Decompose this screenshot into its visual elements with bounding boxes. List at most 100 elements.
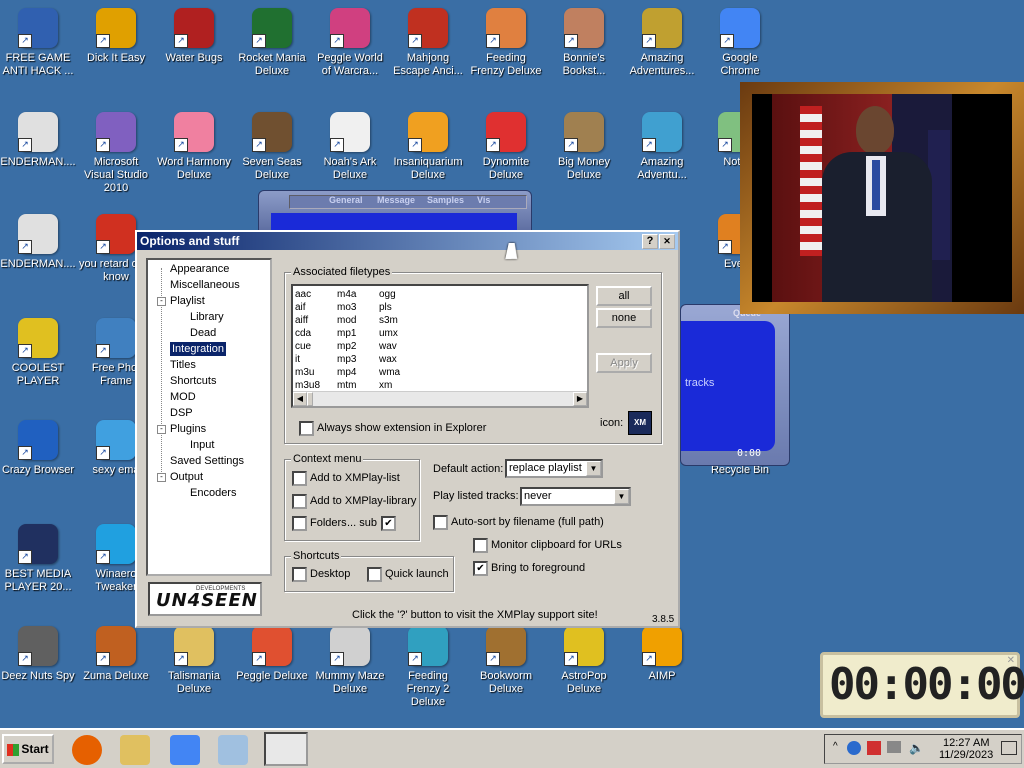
desktop-icon[interactable]: ↗ Insaniquarium Deluxe	[390, 112, 466, 182]
tree-item-encoders[interactable]: Encoders	[190, 486, 236, 500]
un4seen-logo[interactable]: UN4SEEN DEVELOPMENTS	[148, 582, 262, 616]
desktop-icon[interactable]: ↗ Feeding Frenzy Deluxe	[468, 8, 544, 78]
none-button[interactable]: none	[596, 308, 652, 328]
always-ext-checkbox[interactable]	[299, 421, 314, 436]
filetype-item[interactable]: m3u	[295, 366, 314, 379]
desktop-icon[interactable]: ↗ Crazy Browser	[0, 420, 76, 477]
footer-text[interactable]: Click the '?' button to visit the XMPlay…	[352, 609, 598, 622]
apply-button[interactable]: Apply	[596, 353, 652, 373]
filetype-item[interactable]: cue	[295, 340, 311, 353]
desktop-icon[interactable]: ↗ Water Bugs	[156, 8, 232, 65]
close-button[interactable]: ✕	[659, 234, 675, 249]
chevron-down-icon[interactable]: ▼	[614, 489, 629, 504]
filetype-item[interactable]: mp3	[337, 353, 356, 366]
filetype-item[interactable]: mp2	[337, 340, 356, 353]
filetype-item[interactable]: wav	[379, 340, 397, 353]
tree-item-mod[interactable]: MOD	[170, 390, 196, 404]
tree-item-integration[interactable]: Integration	[170, 342, 226, 356]
clock-widget[interactable]: 00:00:00 ✕	[820, 652, 1024, 718]
tree-item-titles[interactable]: Titles	[170, 358, 196, 372]
xmplay-tab-general[interactable]: General	[329, 195, 363, 205]
photo-frame-widget[interactable]	[740, 82, 1024, 314]
tree-item-dead[interactable]: Dead	[190, 326, 216, 340]
filetype-item[interactable]: m4a	[337, 288, 356, 301]
desktop-icon[interactable]: ↗ Mahjong Escape Anci...	[390, 8, 466, 78]
security-icon[interactable]	[867, 741, 881, 755]
autosort-checkbox[interactable]	[433, 515, 448, 530]
scroll-thumb[interactable]	[307, 392, 313, 406]
desktop-icon[interactable]: ↗ Mummy Maze Deluxe	[312, 626, 388, 696]
bring-checkbox[interactable]: ✔	[473, 561, 488, 576]
start-button[interactable]: Start	[2, 734, 54, 764]
monitor-checkbox[interactable]	[473, 538, 488, 553]
help-button[interactable]: ?	[642, 234, 658, 249]
tree-expander-icon[interactable]: -	[157, 425, 166, 434]
scroll-right-button[interactable]: ▶	[573, 392, 587, 406]
desktop-icon[interactable]: ↗ Seven Seas Deluxe	[234, 112, 310, 182]
desktop-icon[interactable]: ↗ Big Money Deluxe	[546, 112, 622, 182]
quick-checkbox[interactable]	[367, 567, 382, 582]
tree-expander-icon[interactable]: -	[157, 473, 166, 482]
filetype-item[interactable]: pls	[379, 301, 392, 314]
desktop-icon[interactable]: ↗ Talismania Deluxe	[156, 626, 232, 696]
tree-item-dsp[interactable]: DSP	[170, 406, 193, 420]
desktop-icon[interactable]: ↗ BEST MEDIA PLAYER 20...	[0, 524, 76, 594]
ctx-folders-checkbox[interactable]	[292, 516, 307, 531]
desktop-icon[interactable]: ↗ FREE GAME ANTI HACK ...	[0, 8, 76, 78]
desktop-icon[interactable]: ↗ Bonnie's Bookst...	[546, 8, 622, 78]
tray-expand-icon[interactable]: ^	[833, 741, 838, 752]
desktop-icon[interactable]: ↗ Noah's Ark Deluxe	[312, 112, 388, 182]
tree-item-saved-settings[interactable]: Saved Settings	[170, 454, 244, 468]
desktop-icon[interactable]: ↗ COOLEST PLAYER	[0, 318, 76, 388]
xmplay-tab-message[interactable]: Message	[377, 195, 415, 205]
all-button[interactable]: all	[596, 286, 652, 306]
scroll-left-button[interactable]: ◀	[293, 392, 307, 406]
filetype-item[interactable]: aiff	[295, 314, 308, 327]
desktop-icon[interactable]: ↗ ENDERMAN....	[0, 112, 76, 169]
tree-item-plugins[interactable]: Plugins	[170, 422, 206, 436]
desktop-icon[interactable]: ↗ Bookworm Deluxe	[468, 626, 544, 696]
clock-date[interactable]: 11/29/2023	[939, 749, 993, 761]
desktop-icon[interactable]: ↗ Deez Nuts Spy	[0, 626, 76, 683]
ctx-add-library-checkbox[interactable]	[292, 494, 307, 509]
ctx-sub-checkbox[interactable]: ✔	[381, 516, 396, 531]
ctx-add-list-checkbox[interactable]	[292, 471, 307, 486]
play-listed-select[interactable]: never ▼	[520, 487, 631, 506]
list-hscrollbar[interactable]: ◀ ▶	[293, 391, 587, 406]
xmplay-playlist-window[interactable]: Queue tracks 0:00	[680, 304, 790, 466]
filetype-item[interactable]: ogg	[379, 288, 396, 301]
default-action-select[interactable]: replace playlist ▼	[505, 459, 603, 478]
xmplay-tab-vis[interactable]: Vis	[477, 195, 490, 205]
desktop-icon[interactable]: ↗ ENDERMAN....	[0, 214, 76, 271]
filetype-item[interactable]: mo3	[337, 301, 356, 314]
desktop-icon[interactable]: ↗ Rocket Mania Deluxe	[234, 8, 310, 78]
desktop-icon[interactable]: ↗ Dick It Easy	[78, 8, 154, 65]
tree-item-library[interactable]: Library	[190, 310, 224, 324]
tree-item-input[interactable]: Input	[190, 438, 214, 452]
filetype-item[interactable]: wax	[379, 353, 397, 366]
desktop-icon[interactable]: ↗ Feeding Frenzy 2 Deluxe	[390, 626, 466, 709]
chrome-icon[interactable]	[170, 735, 200, 765]
desktop-checkbox[interactable]	[292, 567, 307, 582]
explorer-icon[interactable]	[120, 735, 150, 765]
tree-item-shortcuts[interactable]: Shortcuts	[170, 374, 216, 388]
firefox-icon[interactable]	[72, 735, 102, 765]
network-icon[interactable]	[847, 741, 861, 755]
dialog-titlebar[interactable]: Options and stuff ? ✕	[137, 232, 678, 250]
filetype-item[interactable]: it	[295, 353, 300, 366]
desktop-icon[interactable]: ↗ Zuma Deluxe	[78, 626, 154, 683]
tree-item-output[interactable]: Output	[170, 470, 203, 484]
tree-item-miscellaneous[interactable]: Miscellaneous	[170, 278, 240, 292]
filetype-item[interactable]: aif	[295, 301, 306, 314]
volume-icon[interactable]: 🔈	[909, 741, 924, 755]
display-icon[interactable]	[887, 741, 901, 753]
tree-expander-icon[interactable]: -	[157, 297, 166, 306]
desktop-icon[interactable]: ↗ Peggle Deluxe	[234, 626, 310, 683]
desktop-icon[interactable]: ↗ Dynomite Deluxe	[468, 112, 544, 182]
filetype-item[interactable]: s3m	[379, 314, 398, 327]
desktop-icon[interactable]: ↗ Word Harmony Deluxe	[156, 112, 232, 182]
chevron-down-icon[interactable]: ▼	[586, 461, 601, 476]
filetype-list[interactable]: aac aif aiff cda cue it m3u m3u8 m4a mo3 mod mp1 mp2…	[291, 284, 589, 408]
desktop-icon[interactable]: ↗ Peggle World of Warcra...	[312, 8, 388, 78]
notepad-icon[interactable]	[218, 735, 248, 765]
